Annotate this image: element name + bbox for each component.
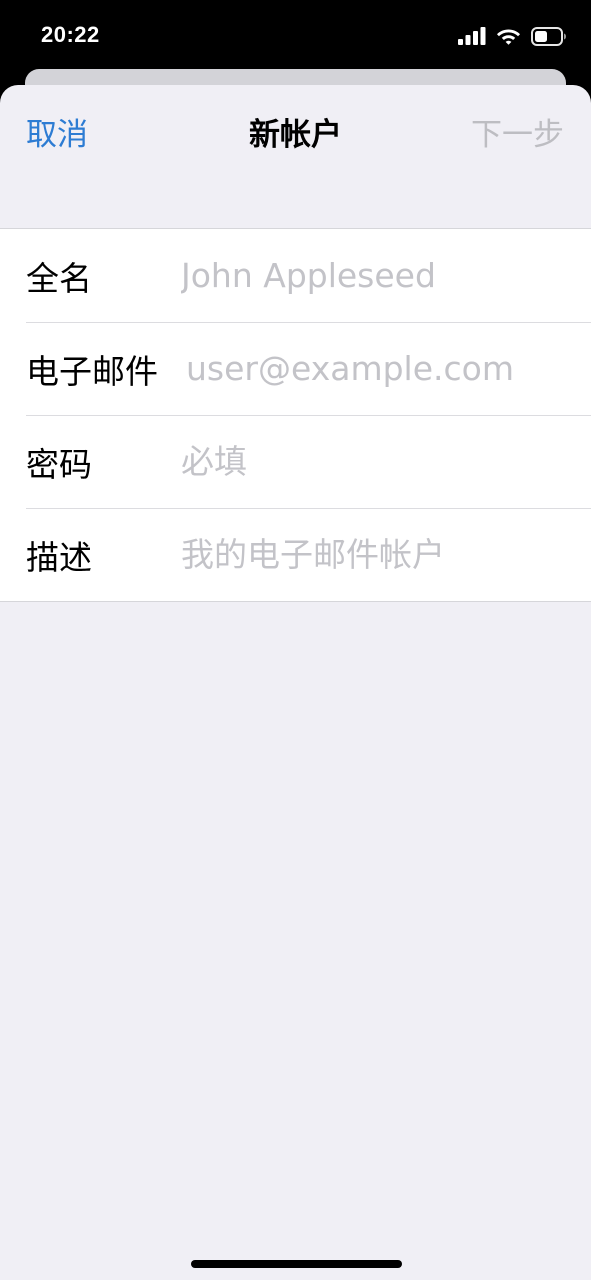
description-field[interactable]: [181, 535, 571, 574]
next-button[interactable]: 下一步: [471, 109, 564, 154]
new-account-sheet: 取消 新帐户 下一步 全名 电子邮件 密码 描述: [0, 85, 591, 1280]
status-time: 20:22: [41, 22, 100, 47]
wifi-icon: [496, 27, 521, 45]
signal-icon: [458, 27, 486, 45]
battery-icon: [531, 26, 567, 46]
home-indicator[interactable]: [191, 1260, 402, 1268]
name-row[interactable]: 全名: [0, 229, 591, 322]
password-row[interactable]: 密码: [0, 415, 591, 508]
status-bar: 20:22: [0, 0, 591, 70]
screen: 20:22 取消 新帐户 下一步 全名 John Appleseed 电子邮件 …: [0, 0, 591, 1280]
name-label: 全名: [26, 258, 92, 298]
name-field[interactable]: [181, 256, 571, 295]
account-form: 全名 电子邮件 密码 描述: [0, 228, 591, 602]
status-icons: [458, 25, 567, 47]
description-label: 描述: [26, 537, 92, 577]
description-row[interactable]: 描述: [0, 508, 591, 601]
email-label: 电子邮件: [26, 351, 158, 391]
password-field[interactable]: [181, 442, 571, 481]
email-row[interactable]: 电子邮件: [0, 322, 591, 415]
email-field[interactable]: [186, 349, 571, 388]
navigation-bar: 取消 新帐户 下一步: [0, 85, 591, 171]
password-label: 密码: [26, 444, 92, 484]
